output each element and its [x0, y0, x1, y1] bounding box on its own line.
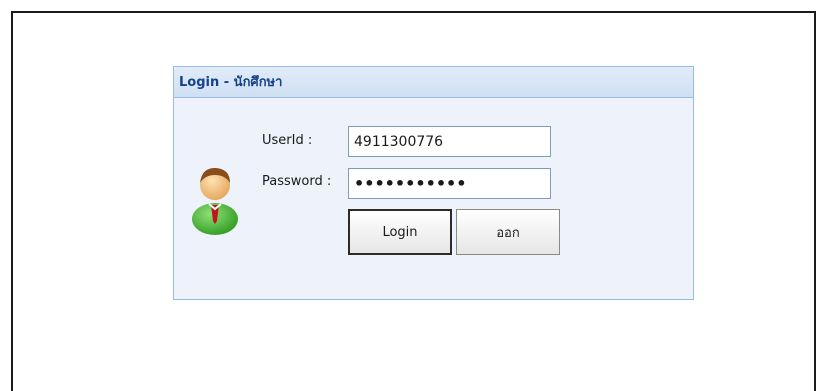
user-avatar-icon: [192, 167, 238, 235]
login-panel: Login - นักศึกษา UserId : Password : Log…: [173, 66, 694, 300]
panel-title: Login - นักศึกษา: [174, 67, 693, 98]
password-field[interactable]: [348, 168, 551, 199]
userid-label: UserId :: [262, 133, 313, 148]
login-button[interactable]: Login: [348, 209, 452, 255]
userid-field[interactable]: [348, 126, 551, 157]
password-label: Password :: [262, 174, 332, 189]
exit-button[interactable]: ออก: [456, 209, 560, 255]
